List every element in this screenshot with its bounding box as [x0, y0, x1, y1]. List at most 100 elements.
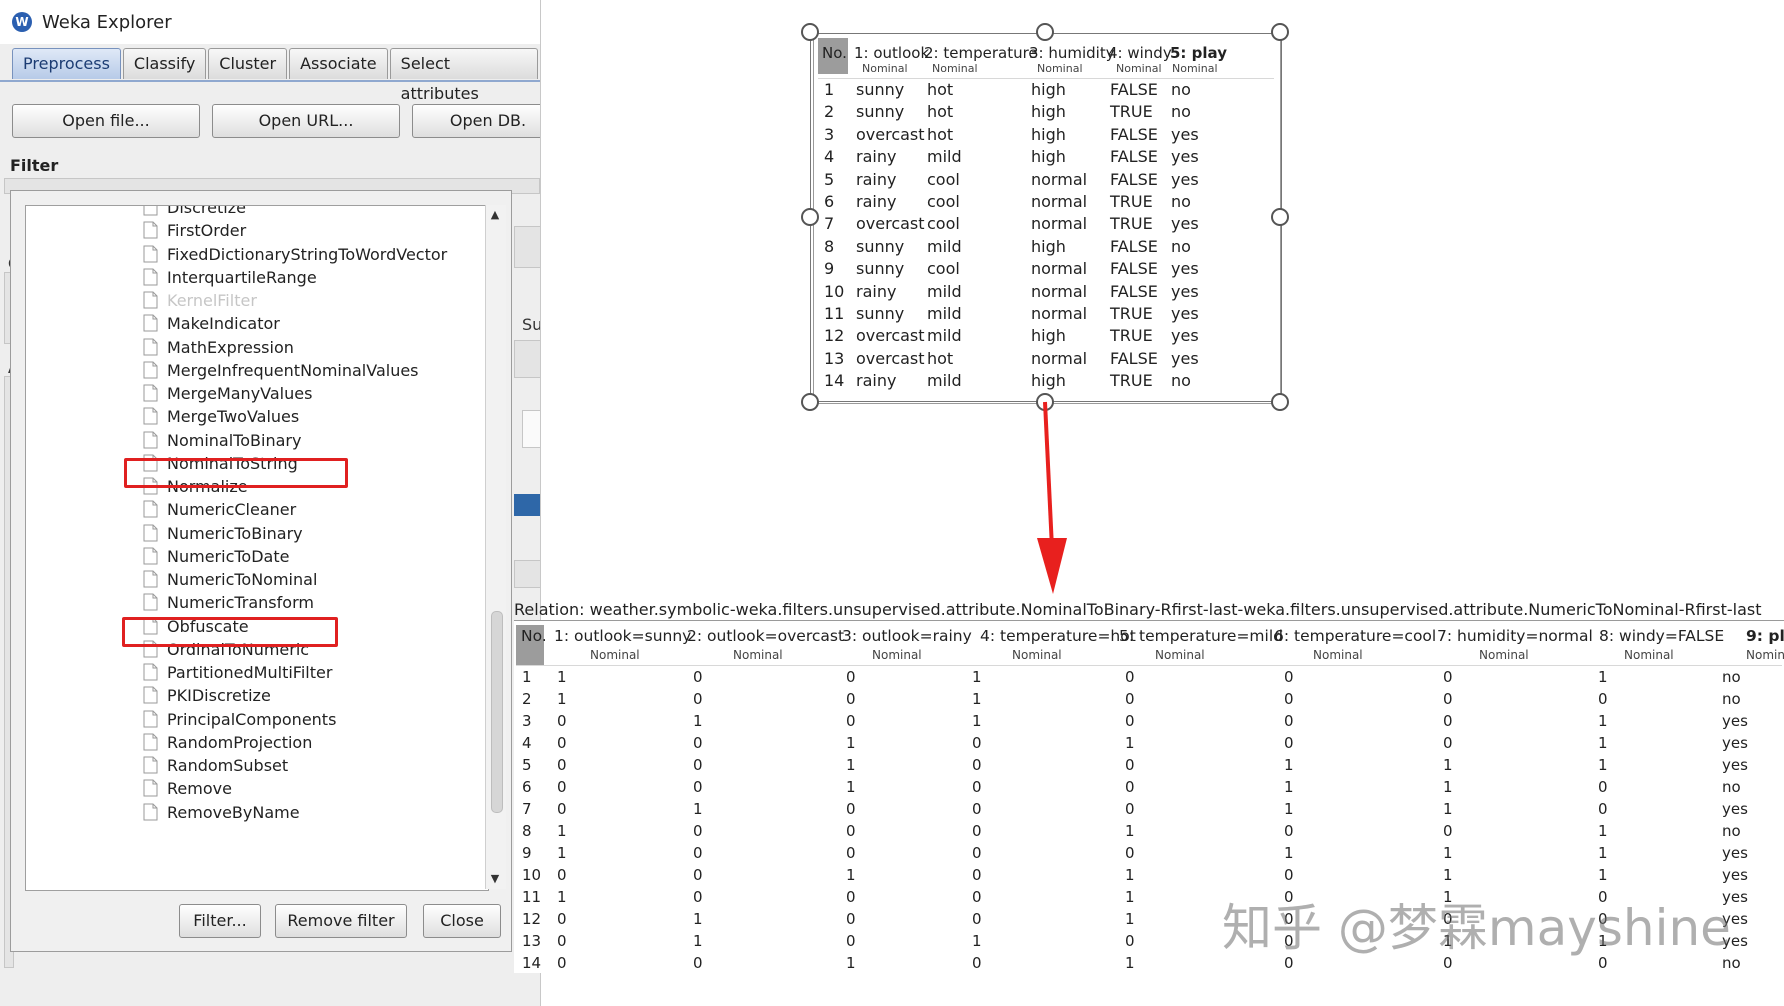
filter-tree-item[interactable]: NumericToNominal [143, 569, 317, 591]
filter-tree-item[interactable]: PKIDiscretize [143, 685, 271, 707]
filter-tree-item[interactable]: MathExpression [143, 337, 294, 359]
filter-tree-item[interactable]: InterquartileRange [143, 267, 317, 289]
document-icon [143, 407, 158, 425]
table-cell: no [1722, 822, 1741, 840]
resize-handle[interactable] [801, 208, 819, 226]
header-divider [516, 665, 1782, 666]
table-cell: 1 [846, 866, 856, 884]
resize-handle[interactable] [1036, 23, 1054, 41]
scroll-down-arrow-icon[interactable]: ▼ [487, 871, 503, 887]
document-icon [143, 268, 158, 286]
table-cell: 0 [846, 800, 856, 818]
close-button[interactable]: Close [423, 904, 501, 938]
table-cell: 1 [1125, 734, 1135, 752]
filter-tree-item[interactable]: FirstOrder [143, 220, 246, 242]
tab-associate[interactable]: Associate [289, 48, 388, 79]
table-cell: 0 [693, 690, 703, 708]
table-cell: 1 [972, 932, 982, 950]
filter-tree-item[interactable]: Remove [143, 778, 232, 800]
tree-scrollbar-thumb[interactable] [491, 611, 503, 813]
column-type-label: Nominal [1012, 648, 1062, 662]
table-cell: 11 [522, 888, 542, 906]
tab-cluster[interactable]: Cluster [208, 48, 288, 79]
table-cell: 1 [846, 778, 856, 796]
scroll-up-arrow-icon[interactable]: ▲ [487, 207, 503, 223]
filter-tree-item[interactable]: Discretize [143, 206, 246, 219]
resize-handle[interactable] [801, 393, 819, 411]
filter-tree-item[interactable]: RemoveByName [143, 802, 300, 824]
filter-tree-item[interactable]: RandomSubset [143, 755, 288, 777]
column-type-label: Nominal [872, 648, 922, 662]
table-header: 9: play [1746, 627, 1784, 645]
resize-handle[interactable] [1271, 393, 1289, 411]
tab-select-attributes[interactable]: Select attributes [389, 48, 538, 103]
filter-tree-item[interactable]: RandomProjection [143, 732, 312, 754]
table-cell: 1 [846, 954, 856, 972]
filter-tree-item[interactable]: MakeIndicator [143, 313, 280, 335]
column-type-label: Nominal [1313, 648, 1363, 662]
table-cell: yes [1722, 844, 1748, 862]
filter-tree-item-label: RemoveByName [167, 802, 300, 822]
table-cell: 0 [846, 668, 856, 686]
table-cell: 0 [693, 844, 703, 862]
filter-tree-item[interactable]: PartitionedMultiFilter [143, 662, 332, 684]
column-type-label: Nominal [1746, 648, 1784, 662]
filter-tree-item[interactable]: NumericToBinary [143, 523, 303, 545]
document-icon [143, 547, 158, 565]
filter-tree-item-label: MergeTwoValues [167, 407, 300, 427]
filter-tree-item[interactable]: NumericToDate [143, 546, 289, 568]
table-cell: 0 [1125, 800, 1135, 818]
tab-classify[interactable]: Classify [122, 48, 207, 79]
filter-button[interactable]: Filter... [179, 904, 261, 938]
filter-tree-item-label: MakeIndicator [167, 314, 280, 334]
table-cell: 1 [972, 668, 982, 686]
filter-tree-item-label: PartitionedMultiFilter [167, 663, 333, 682]
filter-tree-item[interactable]: KernelFilter [143, 290, 257, 312]
document-icon [143, 500, 158, 518]
background-selected-row [514, 494, 540, 516]
filter-tree-item[interactable]: NumericTransform [143, 592, 314, 614]
open-url-button[interactable]: Open URL... [212, 104, 400, 138]
filter-tree-item-label: FixedDictionaryStringToWordVector [167, 244, 448, 264]
table-cell: 0 [1125, 756, 1135, 774]
filter-tree[interactable]: Discretize FirstOrder FixedDictionaryStrin… [25, 205, 489, 891]
resize-handle[interactable] [801, 23, 819, 41]
resize-handle[interactable] [1271, 208, 1289, 226]
table-header: No. [521, 627, 547, 645]
table-cell: 1 [522, 668, 532, 686]
table-cell: 7 [522, 800, 532, 818]
table-header: 4: temperature=hot [980, 627, 1136, 645]
filter-tree-item[interactable]: MergeTwoValues [143, 406, 299, 428]
filter-tree-item[interactable]: FixedDictionaryStringToWordVector [143, 244, 447, 266]
table-cell: 0 [1284, 690, 1294, 708]
open-file-button[interactable]: Open file... [12, 104, 200, 138]
table-cell: 1 [1598, 822, 1608, 840]
table-cell: 1 [557, 822, 567, 840]
column-type-label: Nominal [590, 648, 640, 662]
table-cell: 0 [557, 734, 567, 752]
table-cell: 14 [522, 954, 542, 972]
filter-tree-item[interactable]: MergeManyValues [143, 383, 312, 405]
filter-tree-item-label: NumericToBinary [167, 523, 303, 543]
table-cell: 0 [1125, 778, 1135, 796]
document-icon [143, 663, 158, 681]
filter-tree-item[interactable]: MergeInfrequentNominalValues [143, 360, 419, 382]
table-cell: 1 [557, 668, 567, 686]
document-icon [143, 384, 158, 402]
tab-preprocess[interactable]: Preprocess [12, 48, 121, 79]
filter-tree-item[interactable]: NominalToBinary [143, 430, 301, 452]
table-cell: 0 [693, 756, 703, 774]
open-db-button[interactable]: Open DB. [412, 104, 540, 138]
table-cell: 1 [1284, 756, 1294, 774]
resize-handle[interactable] [1271, 23, 1289, 41]
table-cell: 0 [972, 778, 982, 796]
table-cell: 0 [693, 668, 703, 686]
filter-tree-item[interactable]: NumericCleaner [143, 499, 296, 521]
filter-tree-item[interactable]: PrincipalComponents [143, 709, 336, 731]
table-cell: 1 [846, 734, 856, 752]
remove-filter-button[interactable]: Remove filter [275, 904, 407, 938]
table-header: 1: outlook=sunny [554, 627, 692, 645]
table-cell: 1 [972, 690, 982, 708]
table-cell: 0 [972, 954, 982, 972]
table-cell: 1 [1443, 778, 1453, 796]
